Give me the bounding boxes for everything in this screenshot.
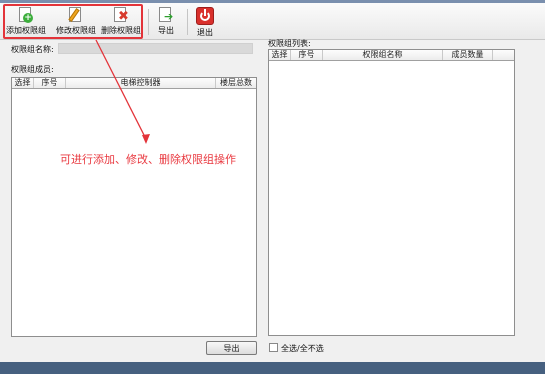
status-bar: [0, 362, 545, 374]
add-group-label: 添加权限组: [6, 26, 46, 35]
delete-group-button[interactable]: ✖ 删除权限组: [99, 5, 143, 37]
members-table-header: 选择 序号 电梯控制器 楼层总数: [12, 78, 256, 89]
export-arrow-icon: ➔: [158, 7, 174, 23]
annotation-text: 可进行添加、修改、删除权限组操作: [60, 153, 236, 166]
column-header-member-count[interactable]: 成员数量: [443, 50, 493, 60]
column-header-index[interactable]: 序号: [291, 50, 323, 60]
exit-button[interactable]: 退出: [183, 5, 227, 37]
select-all-label[interactable]: 全选/全不选: [281, 343, 324, 354]
column-header-select[interactable]: 选择: [12, 78, 34, 88]
column-header-select[interactable]: 选择: [269, 50, 291, 60]
add-document-icon: +: [18, 7, 34, 23]
members-table: 选择 序号 电梯控制器 楼层总数: [11, 77, 257, 337]
edit-group-label: 修改权限组: [56, 26, 96, 35]
delete-x-icon: ✖: [113, 7, 129, 23]
edit-pencil-icon: [68, 7, 84, 23]
group-list-label: 权限组列表:: [268, 39, 311, 48]
main-window: + 添加权限组 修改权限组 ✖ 删除权限组 ➔ 导出 退出 权限组名称: 权限组…: [0, 0, 545, 374]
column-header-controller[interactable]: 电梯控制器: [66, 78, 216, 88]
edit-group-button[interactable]: 修改权限组: [54, 5, 98, 37]
delete-group-label: 删除权限组: [101, 26, 141, 35]
power-exit-icon: [196, 7, 214, 25]
export-footer-button[interactable]: 导出: [206, 341, 257, 355]
group-list-table-header: 选择 序号 权限组名称 成员数量: [269, 50, 514, 61]
select-all-checkbox[interactable]: [269, 343, 278, 352]
column-header-floor-count[interactable]: 楼层总数: [216, 78, 256, 88]
group-members-label: 权限组成员:: [11, 65, 54, 74]
column-header-index[interactable]: 序号: [34, 78, 66, 88]
export-button[interactable]: ➔ 导出: [144, 5, 188, 37]
group-name-label: 权限组名称:: [11, 45, 54, 54]
column-header-group-name[interactable]: 权限组名称: [323, 50, 443, 60]
export-label: 导出: [158, 26, 174, 35]
add-group-button[interactable]: + 添加权限组: [4, 5, 48, 37]
exit-label: 退出: [197, 28, 213, 37]
group-list-table: 选择 序号 权限组名称 成员数量: [268, 49, 515, 336]
toolbar: + 添加权限组 修改权限组 ✖ 删除权限组 ➔ 导出 退出: [0, 3, 545, 40]
group-name-field[interactable]: [58, 43, 253, 54]
